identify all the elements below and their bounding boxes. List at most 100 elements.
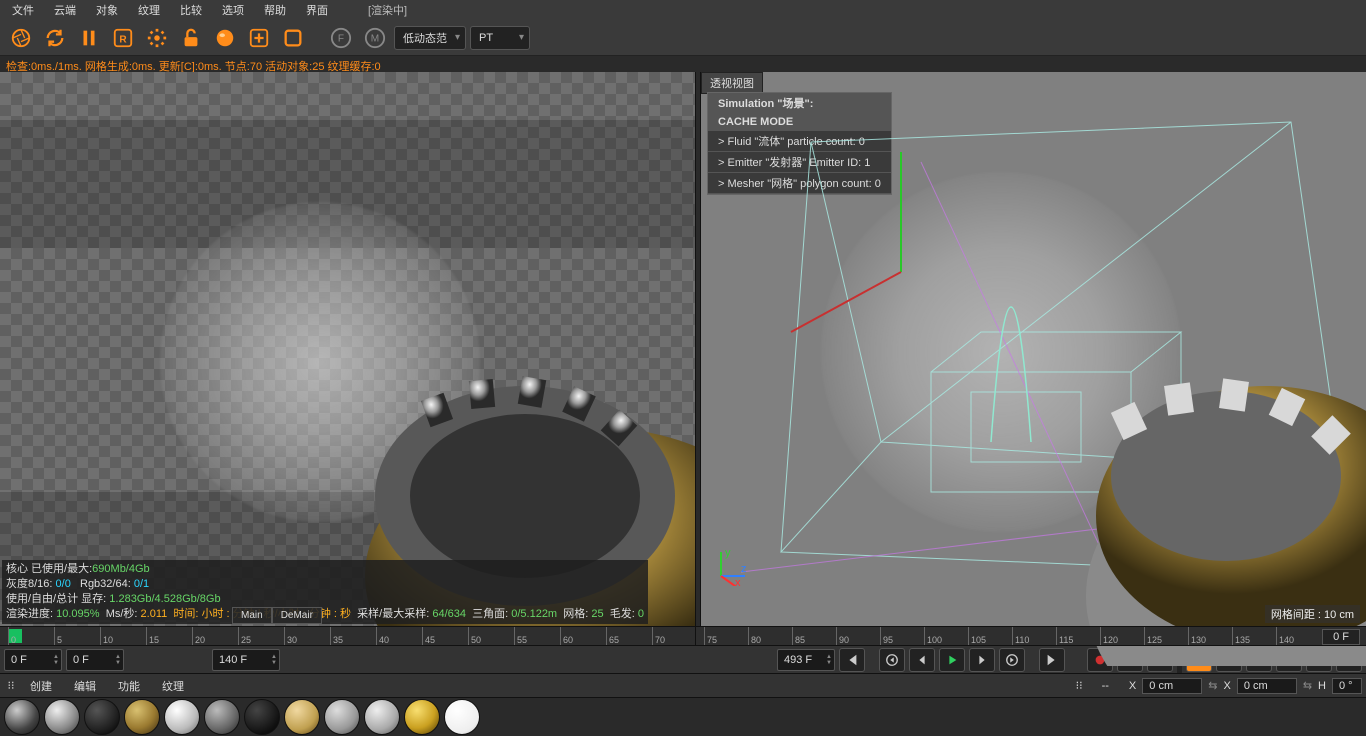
timeline-ruler[interactable]: 0510152025303540455055606570 0 F75808590… (0, 626, 1366, 646)
x-field[interactable]: 0 cm (1142, 678, 1202, 694)
material-preview[interactable] (4, 699, 40, 735)
menu-compare[interactable]: 比较 (172, 0, 210, 20)
axis-gizmo[interactable]: y z x (711, 546, 751, 586)
menu-object[interactable]: 对象 (88, 0, 126, 20)
start-frame-field[interactable]: 0 F▲▼ (66, 649, 124, 671)
refresh-icon[interactable] (40, 23, 70, 53)
tick: 65 (606, 627, 619, 645)
menu-texture[interactable]: 纹理 (130, 0, 168, 20)
menu-cloud[interactable]: 云端 (46, 0, 84, 20)
material-preview[interactable] (204, 699, 240, 735)
perspective-viewport[interactable]: 透视视图 Simulation "场景": CACHE MODE > Fluid… (701, 72, 1366, 626)
h-field[interactable]: 0 ° (1332, 678, 1362, 694)
current-frame-field[interactable]: 0 F▲▼ (4, 649, 62, 671)
material-preview[interactable] (84, 699, 120, 735)
tick: 90 (836, 627, 849, 645)
aperture-icon[interactable] (6, 23, 36, 53)
tick: 20 (192, 627, 205, 645)
total-frames-field[interactable]: 493 F▲▼ (777, 649, 835, 671)
r-button[interactable]: R (108, 23, 138, 53)
end-frame-box: 0 F (1322, 629, 1360, 645)
material-preview[interactable] (244, 699, 280, 735)
rendering-status: [渲染中] (360, 0, 415, 20)
svg-text:x: x (735, 577, 741, 586)
render-view[interactable]: 核心 已使用/最大:690Mb/4Gb 灰度8/16: 0/0 Rgb32/64… (0, 72, 695, 626)
tick: 25 (238, 627, 251, 645)
prev-key-button[interactable] (879, 648, 905, 672)
material-preview[interactable] (404, 699, 440, 735)
render-info-overlay: 核心 已使用/最大:690Mb/4Gb 灰度8/16: 0/0 Rgb32/64… (2, 560, 648, 624)
tick: 140 (1276, 627, 1294, 645)
material-preview[interactable] (44, 699, 80, 735)
lock-icon[interactable] (176, 23, 206, 53)
menu-bar: 文件 云端 对象 纹理 比较 选项 帮助 界面 [渲染中] (0, 0, 1366, 20)
tick: 110 (1012, 627, 1029, 645)
svg-text:z: z (741, 563, 747, 575)
h-label: H (1318, 680, 1326, 692)
tick: 15 (146, 627, 159, 645)
x-label: X (1129, 680, 1136, 692)
tick: 5 (54, 627, 62, 645)
material-preview[interactable] (364, 699, 400, 735)
next-key-button[interactable] (999, 648, 1025, 672)
tick: 50 (468, 627, 481, 645)
coordinates-group: X0 cm ⇆ X0 cm ⇆ H0 ° (1129, 678, 1362, 694)
play-button[interactable] (939, 648, 965, 672)
pause-icon[interactable] (74, 23, 104, 53)
dynamic-range-dropdown[interactable]: 低动态范 (394, 26, 466, 50)
svg-text:R: R (119, 34, 127, 45)
add-icon[interactable] (244, 23, 274, 53)
menu-file[interactable]: 文件 (4, 0, 42, 20)
pt-dropdown[interactable]: PT (470, 26, 530, 50)
prev-frame-button[interactable] (909, 648, 935, 672)
menu-icon[interactable]: ⁝⁝ (1076, 679, 1090, 692)
tick: 125 (1144, 627, 1162, 645)
main-toolbar: R F M 低动态范 PT (0, 20, 1366, 56)
next-frame-button[interactable] (969, 648, 995, 672)
tick: 70 (652, 627, 665, 645)
menu-interface[interactable]: 界面 (298, 0, 336, 20)
tick: 95 (880, 627, 893, 645)
material-preview[interactable] (444, 699, 480, 735)
svg-text:F: F (338, 33, 344, 44)
main-area: 核心 已使用/最大:690Mb/4Gb 灰度8/16: 0/0 Rgb32/64… (0, 72, 1366, 626)
tab-edit[interactable]: 编辑 (64, 676, 106, 696)
tick: 10 (100, 627, 113, 645)
material-preview[interactable] (284, 699, 320, 735)
render-stats-line: 检查:0ms./1ms. 网格生成:0ms. 更新[C]:0ms. 节点:70 … (0, 56, 1366, 72)
tick: 100 (924, 627, 942, 645)
material-shelf (0, 698, 1366, 736)
grid-spacing-label: 网格间距 : 10 cm (1265, 605, 1360, 623)
tab-create[interactable]: 创建 (20, 676, 62, 696)
tick: 120 (1100, 627, 1118, 645)
lower-toolbar: ⁝⁝ 创建 编辑 功能 纹理 ⁝⁝ -- X0 cm ⇆ X0 cm ⇆ H0 … (0, 674, 1366, 698)
tick: 130 (1188, 627, 1206, 645)
tick: 115 (1056, 627, 1073, 645)
tick: 0 (8, 627, 16, 645)
tick: 105 (968, 627, 986, 645)
tab-main[interactable]: Main (232, 607, 272, 624)
m-circle-icon[interactable]: M (360, 23, 390, 53)
sphere-icon[interactable] (210, 23, 240, 53)
x2-field[interactable]: 0 cm (1237, 678, 1297, 694)
square-icon[interactable] (278, 23, 308, 53)
f-circle-icon[interactable]: F (326, 23, 356, 53)
tick: 135 (1232, 627, 1250, 645)
range-end-field[interactable]: 140 F▲▼ (212, 649, 280, 671)
menu-icon[interactable]: ⁝⁝ (4, 679, 18, 692)
material-preview[interactable] (324, 699, 360, 735)
tab-demair[interactable]: DeMair (272, 607, 322, 624)
tick: 35 (330, 627, 343, 645)
tab-texture[interactable]: 纹理 (152, 676, 194, 696)
tab-function[interactable]: 功能 (108, 676, 150, 696)
tick: 60 (560, 627, 573, 645)
tick: 85 (792, 627, 805, 645)
gear-icon[interactable] (142, 23, 172, 53)
menu-options[interactable]: 选项 (214, 0, 252, 20)
tick: 80 (748, 627, 761, 645)
tick: 30 (284, 627, 297, 645)
goto-start-button[interactable] (839, 648, 865, 672)
material-preview[interactable] (124, 699, 160, 735)
material-preview[interactable] (164, 699, 200, 735)
menu-help[interactable]: 帮助 (256, 0, 294, 20)
